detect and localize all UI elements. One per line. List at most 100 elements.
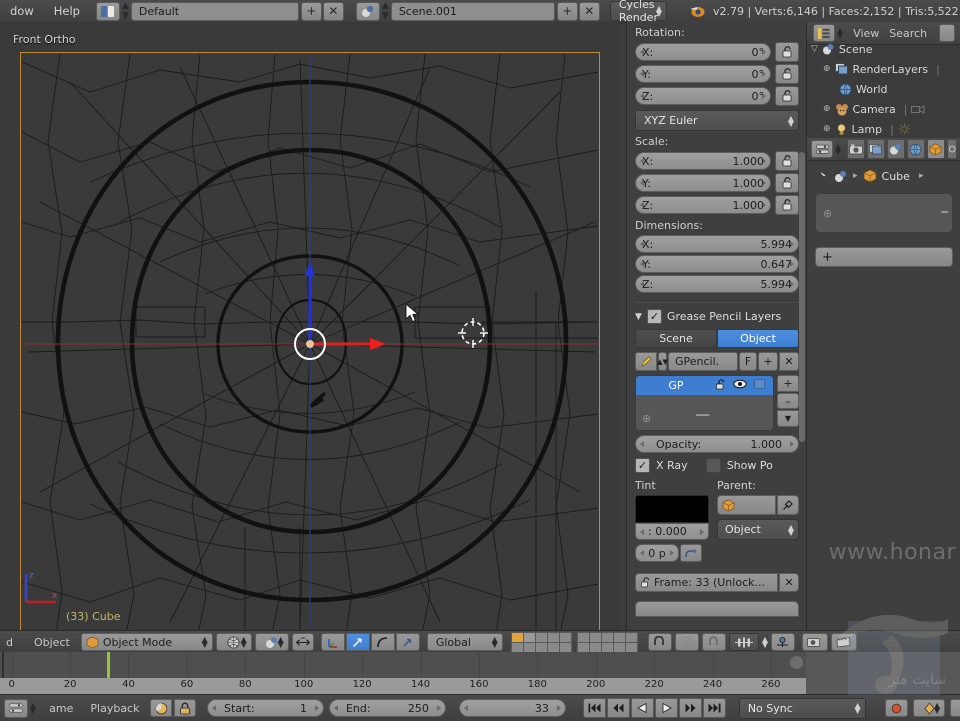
sync-mode-dropdown[interactable]: No Sync ▲ ▼: [738, 697, 866, 719]
gp-source-toggle[interactable]: Scene Object: [635, 329, 799, 348]
screen-layout-icon[interactable]: [95, 1, 120, 21]
stroke-thickness-field[interactable]: 0 p: [635, 544, 679, 562]
scene-mode-dropdown[interactable]: ▲ ▼: [254, 633, 289, 651]
chevron-down-icon[interactable]: ▼: [635, 312, 642, 322]
gp-fake-user-button[interactable]: F: [739, 352, 757, 371]
tab-constraints[interactable]: [946, 139, 957, 159]
tab-scene[interactable]: [886, 139, 905, 159]
lock-scale-z-icon[interactable]: [775, 195, 799, 215]
rotation-row-z[interactable]: Z: 0°: [635, 86, 799, 106]
gp-layer-specials-button[interactable]: ▼: [777, 410, 799, 427]
menu-window[interactable]: dow: [0, 4, 44, 18]
object-list-box[interactable]: ⊕ ━: [815, 193, 953, 233]
onion-skin-icon[interactable]: [754, 379, 765, 392]
gp-datablock-row[interactable]: ▲▼ GPencil. F + ✕: [635, 352, 799, 371]
auto-record-button[interactable]: [884, 699, 909, 717]
rotation-mode-dropdown[interactable]: XYZ Euler ▲ ▼: [635, 110, 799, 131]
tab-render[interactable]: [847, 139, 866, 159]
gp-source-object[interactable]: Object: [717, 329, 799, 348]
unlock-icon[interactable]: [715, 378, 726, 393]
gp-layer-row-gp[interactable]: GP: [636, 376, 773, 395]
rotation-row-x[interactable]: X: 0°: [635, 42, 799, 62]
snap-target-button[interactable]: [728, 633, 759, 651]
scene-name-field[interactable]: Scene.001: [390, 1, 555, 21]
render-engine-dropdown[interactable]: Cycles Render ▲ ▼: [609, 0, 667, 24]
timeline-menu-playback[interactable]: Playback: [90, 702, 139, 715]
next-keyframe-button[interactable]: [678, 698, 702, 718]
properties-editor[interactable]: ▲ ▼ ▸ Cube ▸ ⊕ ━ +: [806, 138, 960, 630]
dimensions-row-x[interactable]: X: 5.994: [635, 235, 799, 253]
object-properties-panel[interactable]: Rotation: X: 0° Y: 0° Z: 0° XYZ Euler ▲ …: [626, 22, 807, 630]
dimensions-row-y[interactable]: Y: 0.647: [635, 255, 799, 273]
play-button[interactable]: [654, 698, 678, 718]
gp-resize-grip-icon[interactable]: ━━: [696, 409, 709, 422]
prev-keyframe-button[interactable]: [606, 698, 630, 718]
gp-datablock-name[interactable]: GPencil.: [668, 352, 738, 371]
3d-viewport[interactable]: z x Front Ortho (33) Cube: [0, 22, 620, 635]
opengl-render-button[interactable]: [801, 633, 828, 651]
breadcrumb-object-name[interactable]: Cube: [882, 170, 910, 183]
jump-to-end-button[interactable]: [702, 698, 726, 718]
gp-layer-list[interactable]: GP ⊕ ━━: [635, 375, 774, 431]
lock-rotation-z-icon[interactable]: [775, 86, 799, 106]
timeline-scroll-knob[interactable]: [790, 656, 803, 669]
scene-layers-grid[interactable]: [509, 630, 639, 654]
outliner-menu-search[interactable]: Search: [889, 27, 927, 40]
grease-pencil-enable-checkbox[interactable]: ✓: [646, 309, 662, 324]
menu-object[interactable]: Object: [34, 636, 70, 649]
keying-set-extra-button[interactable]: [950, 699, 960, 717]
gp-remove-layer-button[interactable]: –: [777, 393, 799, 409]
tint-color-swatch[interactable]: [635, 495, 709, 523]
menu-view-partial[interactable]: d: [6, 636, 13, 649]
outliner-item-lamp[interactable]: ⊕ Lamp |: [807, 119, 960, 139]
snap-element-button[interactable]: [701, 633, 726, 651]
scale-row-x[interactable]: X: 1.000: [635, 151, 799, 171]
expand-toggle-icon[interactable]: ▽: [811, 44, 818, 54]
scale-row-y[interactable]: Y: 1.000: [635, 173, 799, 193]
dimensions-z-field[interactable]: Z: 5.994: [635, 275, 799, 293]
dimensions-row-z[interactable]: Z: 5.994: [635, 275, 799, 293]
gp-layer-list-row[interactable]: GP ⊕ ━━ + – ▼: [635, 375, 799, 431]
scale-y-field[interactable]: Y: 1.000: [635, 174, 771, 192]
menu-help[interactable]: Help: [44, 4, 90, 18]
expand-toggle-icon[interactable]: ⊕: [823, 64, 831, 74]
play-reverse-button[interactable]: [630, 698, 654, 718]
gp-browse-spinner-icon[interactable]: ▲▼: [657, 352, 668, 371]
add-button[interactable]: +: [815, 247, 953, 267]
gp-next-panel-peek[interactable]: [635, 601, 799, 617]
snap-align-button[interactable]: [770, 633, 795, 651]
outliner-item-camera[interactable]: ⊕ Camera |: [807, 99, 960, 119]
end-frame-field[interactable]: End: 250: [328, 699, 446, 717]
editor-type-spinner-icon[interactable]: ▲ ▼: [30, 702, 36, 715]
viewport-shading-dropdown[interactable]: ▲ ▼: [215, 633, 252, 651]
lock-rotation-x-icon[interactable]: [775, 42, 799, 62]
expand-toggle-icon[interactable]: ⊕: [823, 104, 831, 114]
snap-during-transform-button[interactable]: [647, 633, 672, 651]
lamp-data-icon[interactable]: [898, 123, 911, 135]
timeline-menu-frame[interactable]: ame: [49, 702, 73, 715]
timeline-editor[interactable]: 0 20 40 60 80 100 120 140 160 180 200 220 240 260 ▲ ▼ …: [0, 652, 960, 721]
timeline-playhead[interactable]: [107, 652, 111, 678]
lock-scale-y-icon[interactable]: [775, 173, 799, 193]
jump-to-start-button[interactable]: [582, 698, 606, 718]
pivot-center-button[interactable]: [291, 633, 314, 651]
gp-thickness-row[interactable]: 0 p: [635, 544, 709, 562]
properties-editor-icon[interactable]: [811, 140, 833, 158]
manipulator-scale-button[interactable]: [395, 633, 420, 651]
scene-icon[interactable]: [355, 1, 380, 21]
dimensions-x-field[interactable]: X: 5.994: [635, 235, 799, 253]
lock-rotation-y-icon[interactable]: [775, 64, 799, 84]
eyedropper-icon[interactable]: [777, 495, 799, 515]
add-item-small-icon[interactable]: ⊕: [823, 207, 832, 220]
tab-world[interactable]: [906, 139, 925, 159]
tab-renderlayers[interactable]: [867, 139, 885, 159]
gp-display-options-row[interactable]: ✓ X Ray Show Po: [635, 458, 799, 473]
manipulator-translate-button[interactable]: [345, 633, 370, 651]
gp-frame-clear-button[interactable]: ✕: [779, 573, 799, 592]
gp-layer-buttons[interactable]: + – ▼: [777, 375, 799, 431]
properties-scrollbar[interactable]: [799, 152, 805, 442]
thickness-animate-icon[interactable]: [680, 544, 702, 562]
current-frame-field[interactable]: 33: [458, 699, 566, 717]
timeline-track-area[interactable]: [0, 652, 806, 679]
start-frame-field[interactable]: Start: 1: [207, 699, 324, 717]
